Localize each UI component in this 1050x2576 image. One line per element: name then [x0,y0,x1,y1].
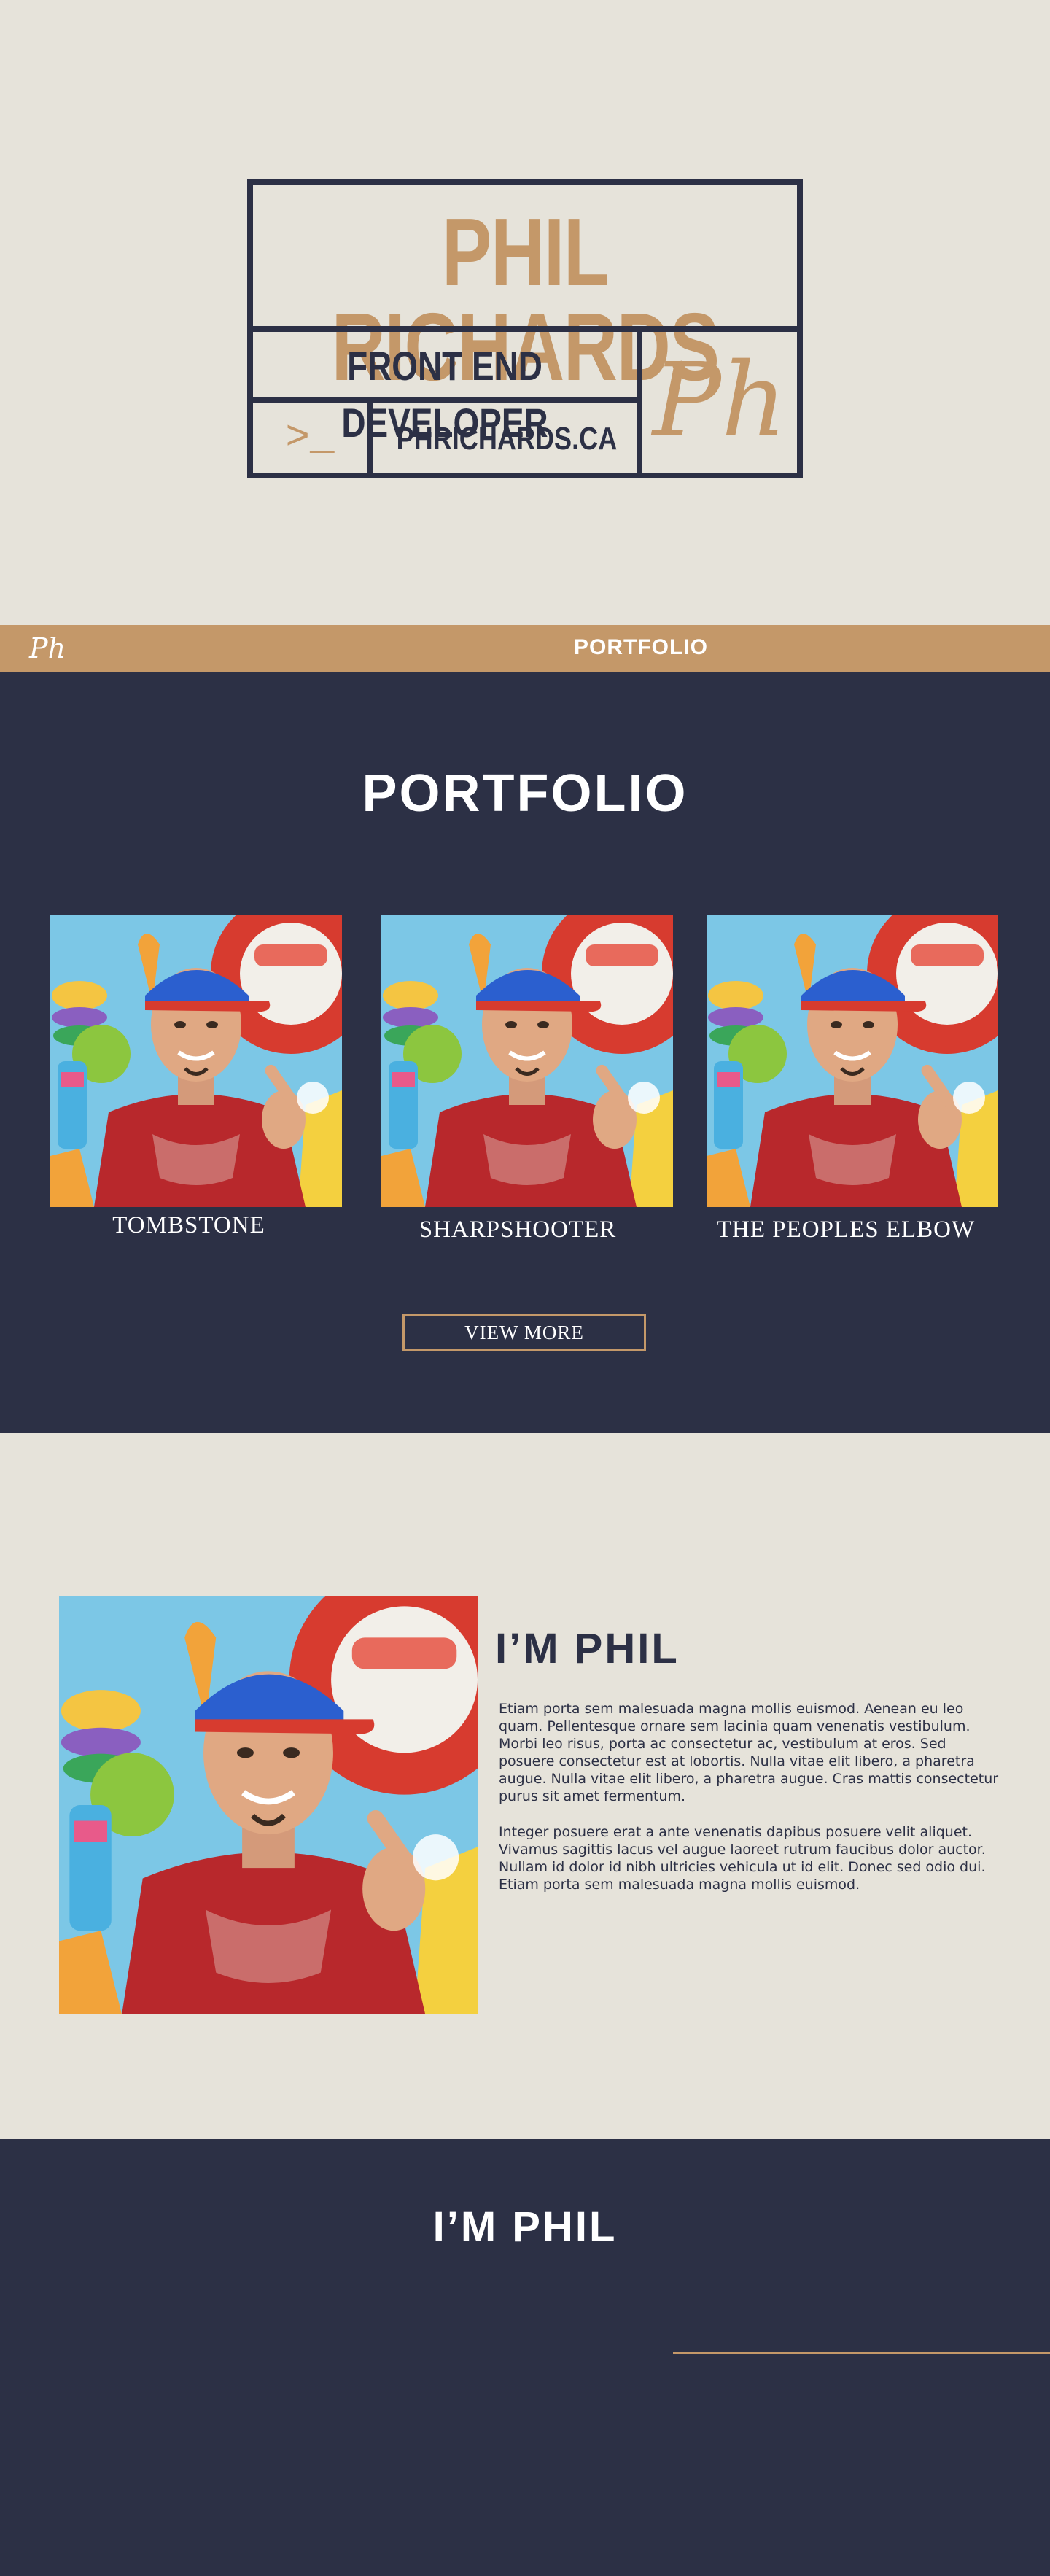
logo-domain: PHRICHARDS.CA [396,421,618,457]
terminal-prompt-icon: >_ [285,414,335,461]
portfolio-section: PORTFOLIO TOMBSTONE SHARPSHOOTER THE PEO… [0,672,1050,1433]
portfolio-thumbnail[interactable] [707,915,998,1207]
about-section: I’M PHIL Etiam porta sem malesuada magna… [0,1433,1050,2139]
portfolio-title: PORTFOLIO [362,764,688,823]
nav-brand-logo[interactable]: Ph [29,632,66,664]
about-title: I’M PHIL [495,1625,680,1672]
portfolio-thumbnail[interactable] [381,915,673,1207]
intro-section: I’M PHIL [0,2139,1050,2576]
top-nav-bar: Ph PORTFOLIO [0,625,1050,672]
about-portrait-photo [59,1596,478,2014]
monogram-logo: Ph [652,341,788,460]
portfolio-thumbnail[interactable] [50,915,342,1207]
logo-role: FRONT END DEVELOPER [341,343,548,446]
portfolio-caption[interactable]: TOMBSTONE [43,1212,335,1239]
portfolio-caption[interactable]: THE PEOPLES ELBOW [700,1217,992,1244]
intro-title: I’M PHIL [432,2203,618,2251]
view-more-button[interactable]: VIEW MORE [402,1314,646,1351]
about-paragraph: Integer posuere erat a ante venenatis da… [499,1824,986,1893]
accent-divider [673,2352,1050,2354]
nav-link-portfolio[interactable]: PORTFOLIO [574,635,708,660]
about-paragraph: Etiam porta sem malesuada magna mollis e… [499,1701,999,1804]
hero-section: PHIL RICHARDS FRONT END DEVELOPER >_ PHR… [0,0,1050,625]
logo-name: PHIL RICHARDS [331,198,720,400]
logo-lockup: PHIL RICHARDS FRONT END DEVELOPER >_ PHR… [247,179,803,478]
portfolio-caption[interactable]: SHARPSHOOTER [372,1217,664,1244]
